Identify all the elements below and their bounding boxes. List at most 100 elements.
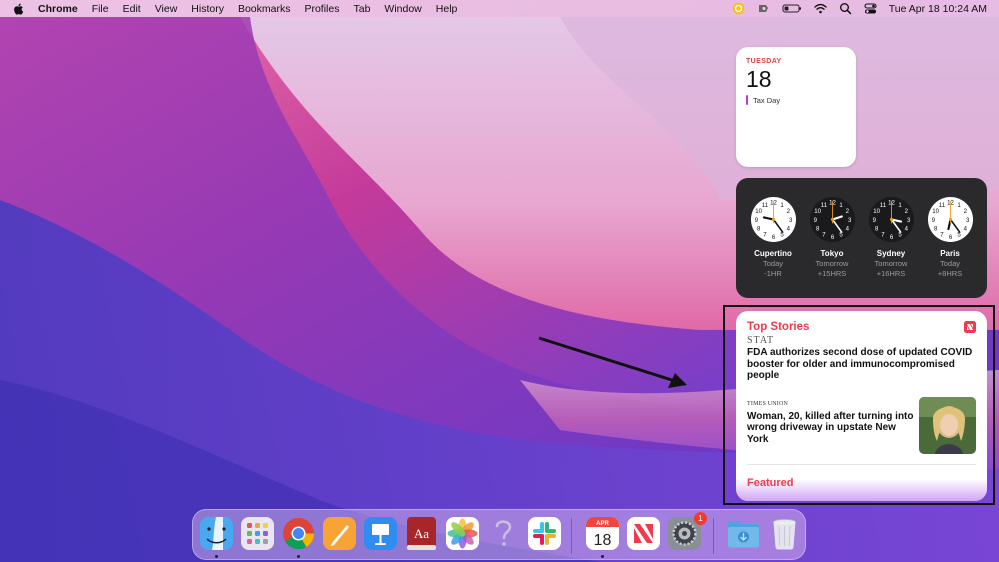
battery-icon[interactable] <box>782 2 802 15</box>
calendar-event-title: Tax Day <box>753 95 781 105</box>
calendar-icon: APR 18 <box>586 517 619 550</box>
dock-keynote[interactable] <box>363 516 398 551</box>
clock-hub <box>948 217 952 222</box>
story-headline: Woman, 20, killed after turning into wro… <box>747 410 914 445</box>
dock-trash[interactable] <box>767 516 802 551</box>
clock-cupertino: 123456789101112 Cupertino Today -1HR <box>748 196 798 298</box>
dock-chrome[interactable] <box>281 516 316 551</box>
wifi-icon[interactable] <box>814 2 827 15</box>
menu-bar-clock[interactable]: Tue Apr 18 10:24 AM <box>889 3 987 15</box>
clock-city: Tokyo <box>820 249 844 258</box>
menu-profiles[interactable]: Profiles <box>304 3 339 15</box>
notification-badge: 1 <box>694 512 707 525</box>
clock-numeral: 10 <box>932 209 939 215</box>
running-indicator <box>601 555 604 558</box>
running-indicator <box>215 555 218 558</box>
menu-tab[interactable]: Tab <box>353 3 370 15</box>
apple-menu-icon[interactable] <box>12 2 26 16</box>
spotlight-search-icon[interactable] <box>839 2 852 15</box>
analog-clock-icon: 123456789101112 <box>750 196 796 243</box>
clock-day: Tomorrow <box>815 259 849 268</box>
dock-photos[interactable] <box>445 516 480 551</box>
clock-day: Today <box>762 259 783 268</box>
menu-app-name[interactable]: Chrome <box>38 3 78 15</box>
story-source: STAT <box>747 335 775 346</box>
menu-edit[interactable]: Edit <box>123 3 141 15</box>
clock-sydney: 123456789101112 Sydney Tomorrow +16HRS <box>866 196 916 298</box>
dock-pages[interactable] <box>322 516 357 551</box>
analog-clock-icon: 123456789101112 <box>868 196 914 243</box>
news-story-2[interactable]: TIMES UNION Woman, 20, killed after turn… <box>747 396 976 454</box>
news-icon <box>627 517 660 550</box>
help-question-icon <box>495 520 512 546</box>
clock-offset: +16HRS <box>876 269 906 278</box>
dock-slack[interactable] <box>527 516 562 551</box>
slack-icon <box>528 517 561 550</box>
clock-numeral: 11 <box>879 203 886 209</box>
dock-system-preferences[interactable]: 1 <box>667 512 707 551</box>
dock-launchpad[interactable] <box>240 516 275 551</box>
keynote-icon <box>364 517 397 550</box>
news-header: Top Stories <box>747 321 976 333</box>
clock-city: Sydney <box>876 249 906 258</box>
calendar-weekday: TUESDAY <box>746 58 782 65</box>
news-story-1[interactable]: STAT FDA authorizes second dose of updat… <box>747 335 976 382</box>
analog-clock-icon: 123456789101112 <box>927 196 973 243</box>
photos-icon <box>446 517 479 550</box>
calendar-widget[interactable]: TUESDAY 18 Tax Day <box>736 47 856 167</box>
menu-file[interactable]: File <box>92 3 109 15</box>
menu-view[interactable]: View <box>155 3 178 15</box>
dock-separator <box>713 518 714 554</box>
clock-hub <box>771 217 775 222</box>
clock-city: Paris <box>940 249 960 258</box>
calendar-event[interactable]: Tax Day <box>746 95 846 105</box>
apple-news-icon <box>964 321 976 333</box>
amphetamine-icon[interactable] <box>732 2 745 15</box>
news-section-title: Top Stories <box>747 321 810 333</box>
story-headline: FDA authorizes second dose of updated CO… <box>747 347 973 381</box>
clock-day: Tomorrow <box>874 259 908 268</box>
clock-offset: +8HRS <box>937 269 963 278</box>
clock-numeral: 10 <box>755 209 762 215</box>
clock-offset: -1HR <box>764 269 782 278</box>
svg-text:Aa: Aa <box>414 526 429 541</box>
menu-history[interactable]: History <box>191 3 224 15</box>
dock-help[interactable] <box>486 516 521 551</box>
dock-dictionary[interactable]: Aa <box>404 516 439 551</box>
news-divider <box>747 463 976 465</box>
dock: Aa APR 18 1 <box>192 509 806 560</box>
clock-numeral: 11 <box>761 203 768 209</box>
story-source: TIMES UNION <box>747 400 789 407</box>
clock-numeral: 11 <box>938 203 945 209</box>
event-color-bar <box>746 95 748 105</box>
clock-offset: +15HRS <box>817 269 847 278</box>
menu-bar: Chrome File Edit View History Bookmarks … <box>0 0 999 17</box>
control-center-icon[interactable] <box>864 2 877 15</box>
clock-hub <box>889 217 893 222</box>
clock-day: Today <box>939 259 960 268</box>
dictionary-icon: Aa <box>407 517 436 550</box>
dock-downloads[interactable] <box>726 516 761 551</box>
dock-calendar-month: APR <box>596 521 609 527</box>
dock-separator <box>571 518 572 554</box>
news-widget[interactable]: Top Stories STAT FDA authorizes second d… <box>736 311 987 501</box>
dock-calendar-day: 18 <box>594 532 612 549</box>
menu-help[interactable]: Help <box>436 3 458 15</box>
clock-numeral: 10 <box>814 209 821 215</box>
menu-window[interactable]: Window <box>384 3 421 15</box>
chrome-icon <box>283 518 315 550</box>
dock-calendar[interactable]: APR 18 <box>585 516 620 551</box>
dock-finder[interactable] <box>199 516 234 551</box>
annotation-arrow-icon <box>538 336 687 388</box>
trash-icon <box>773 519 796 550</box>
clock-numeral: 10 <box>873 209 880 215</box>
clock-hub <box>830 217 834 222</box>
clock-paris: 123456789101112 Paris Today +8HRS <box>925 196 975 298</box>
running-indicator <box>297 555 300 558</box>
dock-news[interactable] <box>626 516 661 551</box>
downloads-folder-icon <box>728 521 759 548</box>
extension-status-icon[interactable] <box>757 2 770 15</box>
world-clock-widget[interactable]: 123456789101112 Cupertino Today -1HR 123… <box>736 178 987 298</box>
menu-bookmarks[interactable]: Bookmarks <box>238 3 291 15</box>
launchpad-icon <box>241 517 274 550</box>
